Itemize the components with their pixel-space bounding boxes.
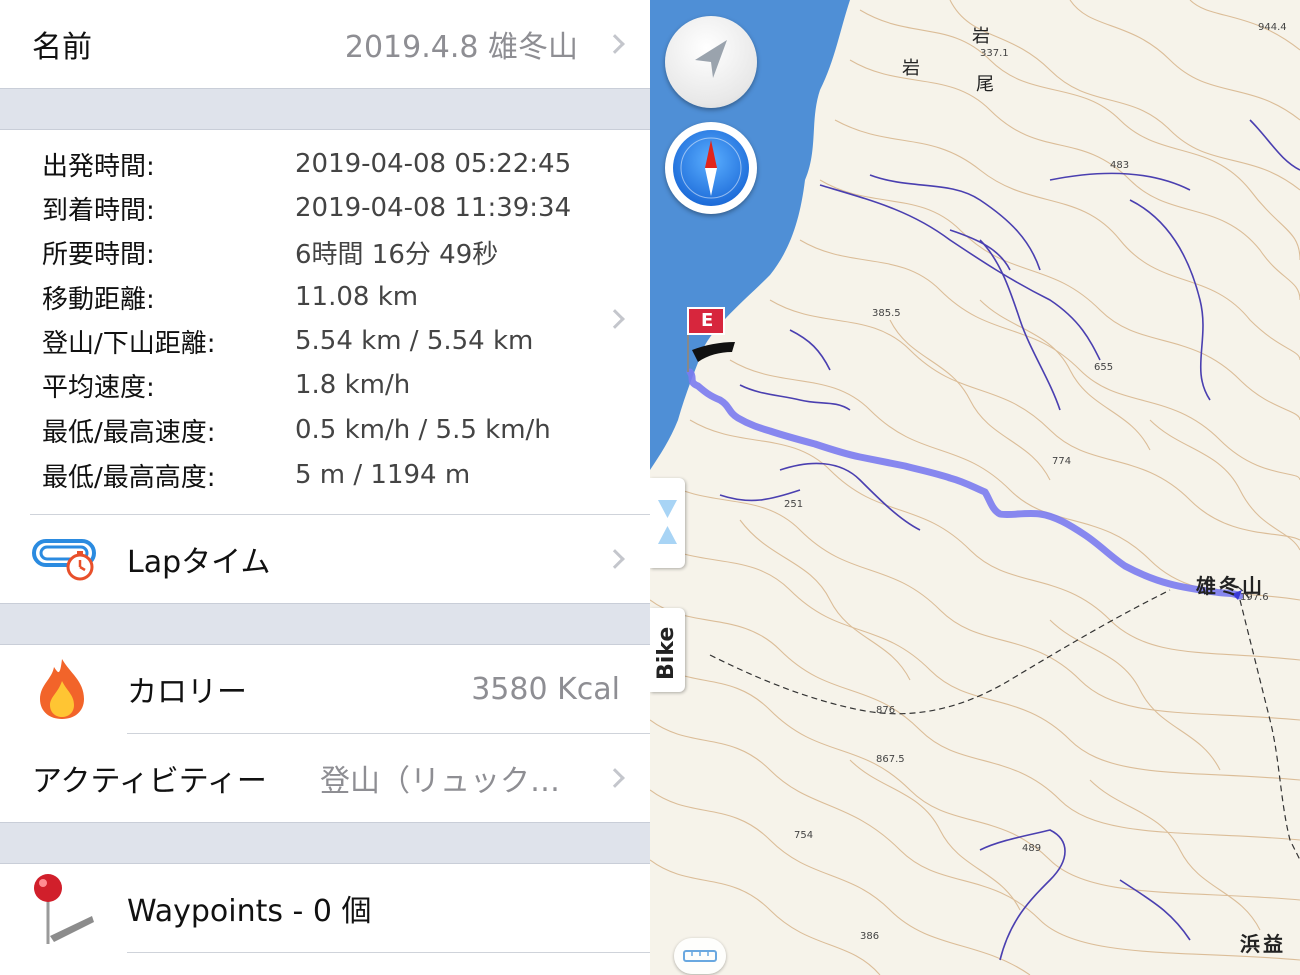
stat-value: 2019-04-08 05:22:45: [295, 149, 572, 179]
stat-key: 最低/最高速度:: [42, 417, 216, 448]
stat-value: 0.5 km/h / 5.5 km/h: [295, 415, 551, 445]
waypoints-label: Waypoints - 0 個: [127, 894, 372, 929]
track-detail-panel: 名前 2019.4.8 雄冬山 出発時間: 2019-04-08 05:22:4…: [0, 0, 650, 975]
stat-row-min-max-altitude: 最低/最高高度: 5 m / 1194 m: [42, 453, 602, 497]
ruler-icon: [683, 950, 717, 962]
stat-row-avg-speed: 平均速度: 1.8 km/h: [42, 363, 602, 407]
chevron-right-icon: [605, 768, 625, 788]
panel-toggle-tab[interactable]: [650, 478, 685, 568]
trails: [709, 584, 1300, 861]
lap-time-row[interactable]: Lapタイム: [0, 515, 650, 603]
section-gap: [0, 88, 650, 130]
stat-row-min-max-speed: 最低/最高速度: 0.5 km/h / 5.5 km/h: [42, 408, 602, 452]
stat-value: 5.54 km / 5.54 km: [295, 326, 534, 356]
calorie-row: カロリー 3580 Kcal: [0, 645, 650, 733]
ruler-button[interactable]: [674, 938, 726, 974]
stat-row-departure: 出発時間: 2019-04-08 05:22:45: [42, 142, 602, 186]
name-label: 名前: [32, 30, 92, 65]
elevation-label: 337.1: [980, 48, 1009, 59]
map-place-label: 浜益: [1240, 932, 1286, 956]
chevron-right-icon: [605, 309, 625, 329]
calorie-value: 3580 Kcal: [471, 671, 620, 707]
name-row[interactable]: 名前 2019.4.8 雄冬山: [0, 0, 650, 88]
stat-row-distance: 移動距離: 11.08 km: [42, 275, 602, 319]
stat-row-up-down-distance: 登山/下山距離: 5.54 km / 5.54 km: [42, 319, 602, 363]
compass-icon: [673, 130, 749, 206]
locate-button[interactable]: [665, 16, 757, 108]
stat-key: 到着時間:: [42, 195, 155, 226]
activity-row[interactable]: アクティビティー 登山（リュック…: [0, 734, 650, 822]
stat-value: 5 m / 1194 m: [295, 460, 471, 490]
pin-icon: [30, 872, 100, 948]
stat-key: 移動距離:: [42, 284, 155, 315]
bike-label: Bike: [654, 626, 679, 680]
map-place-label: 岩: [972, 26, 990, 47]
stat-value: 11.08 km: [295, 282, 419, 312]
elevation-label: 655: [1094, 362, 1114, 373]
stat-value: 6時間 16分 49秒: [295, 239, 499, 270]
stat-key: 平均速度:: [42, 372, 155, 403]
divider: [127, 952, 650, 953]
elevation-label: 867.5: [876, 754, 905, 765]
elevation-label: 774: [1052, 456, 1072, 467]
chevron-right-icon: [605, 549, 625, 569]
lap-timer-icon: [32, 535, 96, 583]
section-gap: [0, 603, 650, 645]
elevation-label: 385.5: [872, 308, 901, 319]
elevation-label: 251: [784, 499, 804, 510]
location-arrow-icon: [695, 40, 727, 78]
stat-key: 所要時間:: [42, 239, 155, 270]
elevation-label: 876: [876, 705, 896, 716]
activity-label: アクティビティー: [32, 764, 267, 799]
stat-value: 1.8 km/h: [295, 370, 411, 400]
elevation-label: 944.4: [1258, 22, 1287, 33]
lap-time-label: Lapタイム: [127, 545, 271, 580]
elevation-label: 489: [1022, 843, 1042, 854]
elevation-label: 754: [794, 830, 814, 841]
expand-collapse-icon: [658, 500, 677, 544]
name-value: 2019.4.8 雄冬山: [344, 30, 578, 65]
compass-button[interactable]: [665, 122, 757, 214]
topo-map[interactable]: E 岩 岩 尾 浜益 雄冬山 944.4 337.1 483 385.5 655…: [650, 0, 1300, 975]
stat-key: 出発時間:: [42, 151, 155, 182]
map-place-label: 岩: [902, 58, 920, 79]
flame-icon: [36, 657, 88, 721]
stat-key: 登山/下山距離:: [42, 328, 216, 359]
map-place-label: 尾: [976, 74, 994, 95]
end-flag-label: E: [701, 310, 714, 331]
elevation-label: 386: [860, 931, 880, 942]
calorie-label: カロリー: [127, 675, 247, 710]
activity-value: 登山（リュック…: [320, 764, 560, 799]
stat-key: 最低/最高高度:: [42, 462, 216, 493]
track-line: [686, 368, 1244, 600]
chevron-right-icon: [605, 34, 625, 54]
stat-row-arrival: 到着時間: 2019-04-08 11:39:34: [42, 186, 602, 230]
waypoints-row[interactable]: Waypoints - 0 個: [0, 864, 650, 952]
elevation-label: 483: [1110, 160, 1130, 171]
stat-row-duration: 所要時間: 6時間 16分 49秒: [42, 230, 602, 274]
bike-tab[interactable]: Bike: [650, 608, 685, 692]
stat-value: 2019-04-08 11:39:34: [295, 193, 572, 223]
elevation-label: 197.6: [1240, 592, 1269, 603]
section-gap: [0, 822, 650, 864]
